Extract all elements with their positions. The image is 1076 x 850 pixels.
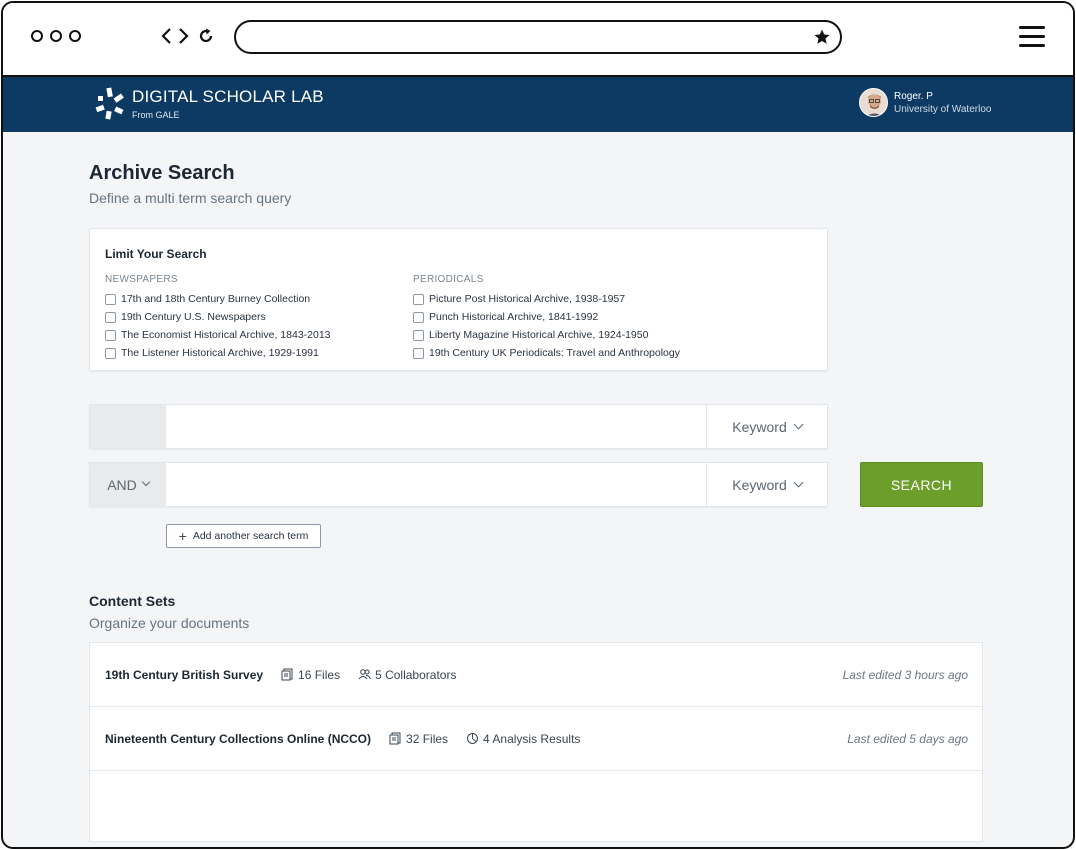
collaborators-label: 5 Collaborators [375,667,457,682]
newspapers-column: NEWSPAPERS 17th and 18th Century Burney … [105,274,331,362]
checkbox[interactable] [413,329,424,341]
files-label: 32 Files [406,731,449,746]
search-term-input-2[interactable] [166,463,707,506]
boolean-operator-select[interactable]: AND [90,463,166,506]
user-org: University of Waterloo [894,103,992,115]
option-label: Liberty Magazine Historical Archive, 192… [429,329,649,341]
content-set-row[interactable]: Nineteenth Century Collections Online (N… [90,707,982,771]
analysis-label: 4 Analysis Results [483,731,581,746]
option-label: 19th Century U.S. Newspapers [121,311,266,323]
option-label: 17th and 18th Century Burney Collection [121,293,311,305]
periodicals-column: PERIODICALS Picture Post Historical Arch… [413,274,680,362]
periodical-option[interactable]: Punch Historical Archive, 1841-1992 [413,308,680,326]
add-term-label: Add another search term [192,530,309,542]
page-subtitle: Define a multi term search query [89,190,292,206]
collaborators-icon [358,669,372,680]
maximize-window-dot[interactable] [69,30,81,42]
page-title: Archive Search [89,162,235,184]
analysis-count: 4 Analysis Results [466,732,580,746]
files-label: 16 Files [298,667,341,682]
address-bar[interactable] [234,20,842,54]
option-label: Punch Historical Archive, 1841-1992 [429,311,599,323]
content-set-name[interactable]: 19th Century British Survey [105,668,263,682]
gale-logo-icon[interactable] [92,86,128,122]
app-header: DIGITAL SCHOLAR LAB From GALE Roger. P U… [3,77,1073,132]
file-count: 32 Files [389,732,448,746]
content-set-row[interactable]: 19th Century British Survey 16 Files 5 C… [90,643,982,707]
window-controls [31,30,81,42]
chevron-down-icon [793,477,804,487]
newspaper-option[interactable]: The Economist Historical Archive, 1843-2… [105,326,331,344]
bookmark-star-icon[interactable] [813,28,831,46]
brand-sub: From GALE [132,110,180,120]
search-term-row-2: AND Keyword [89,462,828,507]
field-type-label: Keyword [732,476,787,493]
field-type-label: Keyword [732,418,787,435]
user-name: Roger. P [894,90,933,102]
limit-panel-title: Limit Your Search [105,247,207,261]
newspapers-heading: NEWSPAPERS [105,274,178,285]
search-button[interactable]: SEARCH [860,462,983,507]
brand-name: DIGITAL SCHOLAR LAB [132,87,324,106]
last-edited: Last edited 3 hours ago [842,667,968,682]
forward-icon[interactable] [173,23,195,49]
add-search-term-button[interactable]: + Add another search term [166,524,321,548]
checkbox[interactable] [105,293,116,305]
user-profile[interactable]: Roger. P University of Waterloo [859,88,991,117]
close-window-dot[interactable] [31,30,43,42]
periodicals-heading: PERIODICALS [413,274,484,285]
brand: DIGITAL SCHOLAR LAB From GALE [132,87,324,120]
last-edited: Last edited 5 days ago [847,731,968,746]
collaborator-count: 5 Collaborators [358,668,456,682]
periodical-option[interactable]: 19th Century UK Periodicals: Travel and … [413,344,680,362]
browser-chrome [3,3,1073,77]
option-label: Picture Post Historical Archive, 1938-19… [429,293,626,305]
checkbox[interactable] [105,329,116,341]
content-sets-title: Content Sets [89,593,176,609]
field-type-select-2[interactable]: Keyword [706,463,827,506]
operator-label: AND [107,476,137,493]
option-label: The Listener Historical Archive, 1929-19… [121,347,319,359]
newspaper-option[interactable]: The Listener Historical Archive, 1929-19… [105,344,331,362]
checkbox[interactable] [105,311,116,323]
checkbox[interactable] [413,311,424,323]
option-label: 19th Century UK Periodicals: Travel and … [429,347,680,359]
content-set-name[interactable]: Nineteenth Century Collections Online (N… [105,732,371,746]
checkbox[interactable] [105,347,116,359]
field-type-select-1[interactable]: Keyword [706,405,827,448]
chevron-down-icon [141,477,151,487]
hamburger-menu-icon[interactable] [1019,26,1045,48]
newspaper-option[interactable]: 19th Century U.S. Newspapers [105,308,331,326]
content-sets-list: 19th Century British Survey 16 Files 5 C… [89,642,983,842]
files-icon [281,668,293,681]
newspaper-option[interactable]: 17th and 18th Century Burney Collection [105,290,331,308]
search-term-input-1[interactable] [166,405,707,448]
row-prefix-empty [90,405,166,448]
avatar[interactable] [859,88,888,117]
limit-search-panel: Limit Your Search NEWSPAPERS 17th and 18… [89,228,828,371]
user-info: Roger. P University of Waterloo [894,90,991,116]
periodical-option[interactable]: Liberty Magazine Historical Archive, 192… [413,326,680,344]
content-sets-subtitle: Organize your documents [89,615,250,631]
option-label: The Economist Historical Archive, 1843-2… [121,329,331,341]
checkbox[interactable] [413,293,424,305]
chevron-down-icon [793,419,804,429]
analysis-icon [467,733,479,744]
minimize-window-dot[interactable] [50,30,62,42]
checkbox[interactable] [413,347,424,359]
reload-icon[interactable] [195,23,217,49]
periodical-option[interactable]: Picture Post Historical Archive, 1938-19… [413,290,680,308]
file-count: 16 Files [281,668,340,682]
plus-icon: + [178,528,187,544]
files-icon [389,732,401,745]
search-term-row-1: Keyword [89,404,828,449]
